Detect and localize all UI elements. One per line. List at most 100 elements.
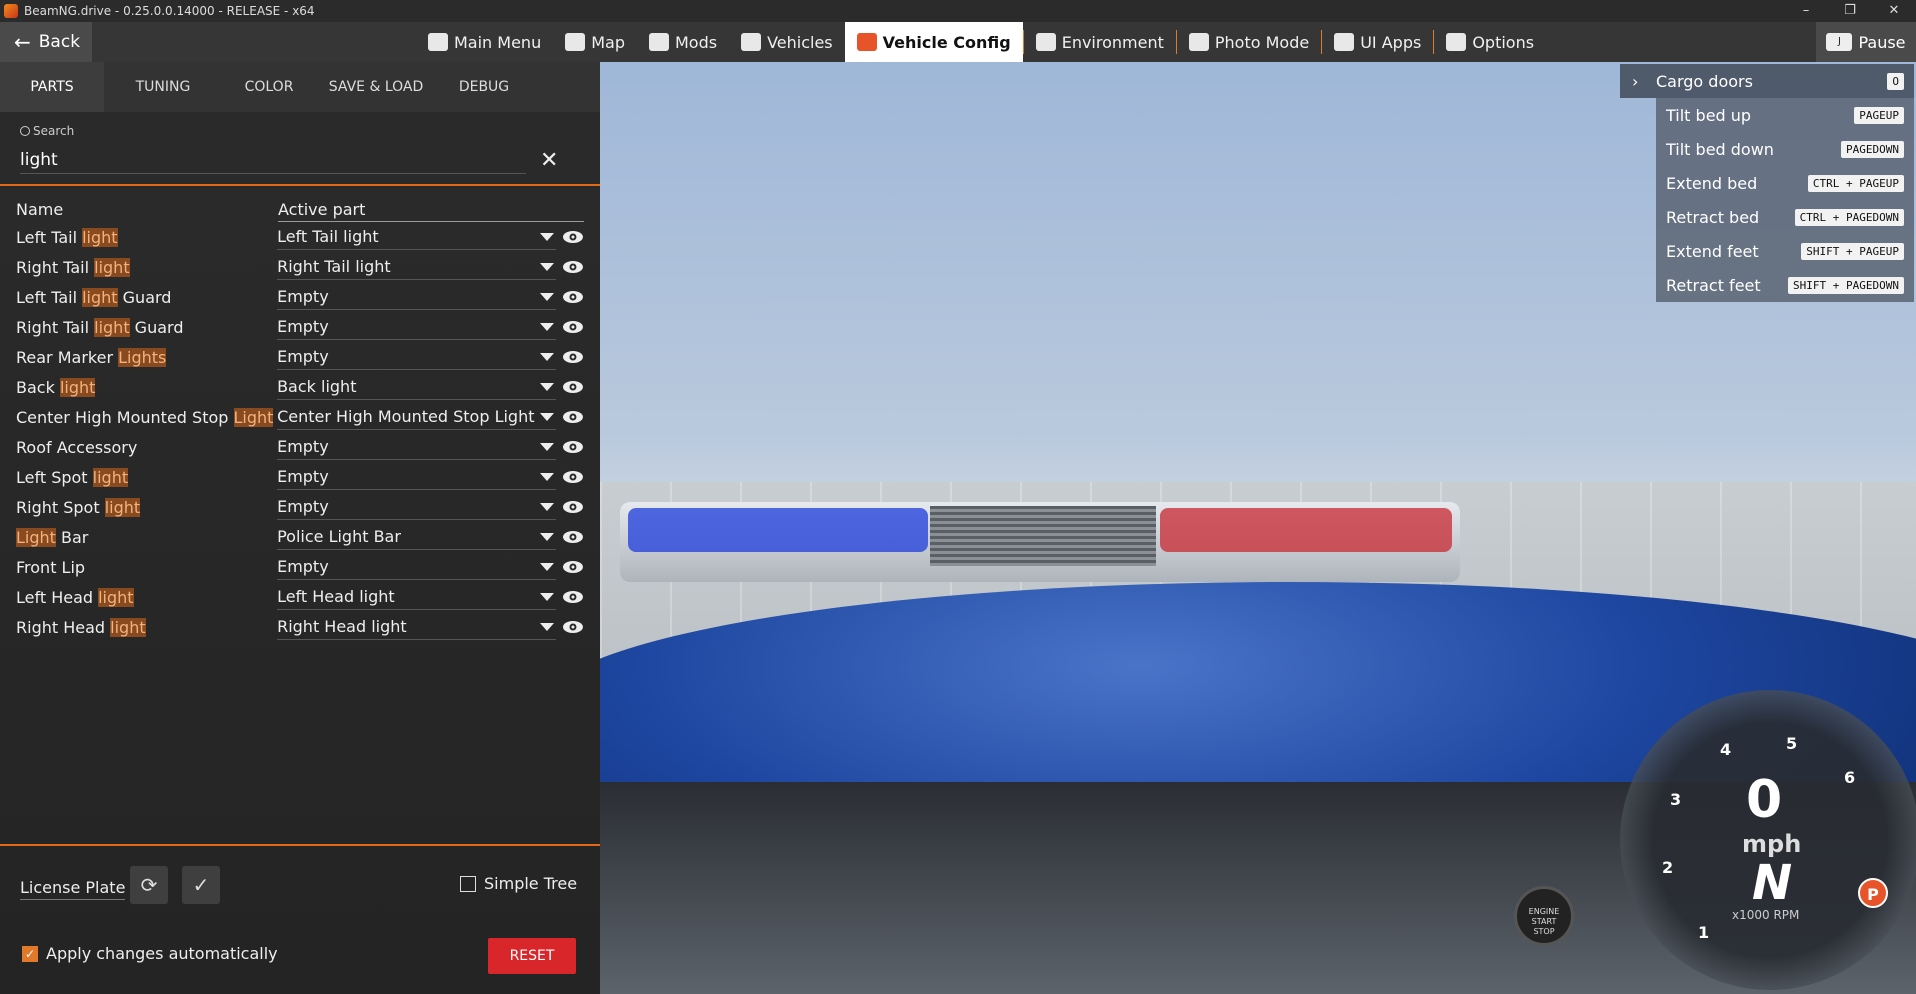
visibility-eye-icon[interactable] bbox=[562, 530, 584, 544]
tab-color[interactable]: COLOR bbox=[222, 62, 316, 112]
part-row[interactable]: Right Tail light Right Tail light bbox=[16, 252, 584, 282]
part-row[interactable]: Rear Marker Lights Empty bbox=[16, 342, 584, 372]
part-row[interactable]: Center High Mounted Stop Light Center Hig… bbox=[16, 402, 584, 432]
part-row[interactable]: Left Tail light Left Tail light bbox=[16, 222, 584, 252]
nav-vehicles[interactable]: Vehicles bbox=[729, 22, 845, 62]
keybind-key: SHIFT + PAGEUP bbox=[1801, 242, 1904, 260]
part-row[interactable]: Left Head light Left Head light bbox=[16, 582, 584, 612]
part-name: Center High Mounted Stop Light bbox=[16, 407, 274, 427]
puzzle-icon bbox=[648, 33, 669, 51]
visibility-eye-icon[interactable] bbox=[562, 260, 584, 274]
reset-button[interactable]: RESET bbox=[488, 938, 576, 974]
refresh-plate-button[interactable]: ⟳ bbox=[130, 866, 168, 904]
dropdown-caret-icon bbox=[540, 232, 555, 241]
pause-key-hint: J bbox=[1826, 33, 1853, 51]
active-part-select[interactable]: Back light bbox=[277, 374, 557, 400]
nav-environment[interactable]: Environment bbox=[1024, 22, 1176, 62]
part-name: Right Head light bbox=[16, 617, 146, 637]
search-label: Search bbox=[33, 124, 75, 138]
part-row[interactable]: Right Spot light Empty bbox=[16, 492, 584, 522]
part-row[interactable]: Left Tail light Guard Empty bbox=[16, 282, 584, 312]
license-plate-input[interactable]: License Plate bbox=[20, 878, 126, 900]
part-row[interactable]: Roof Accessory Empty bbox=[16, 432, 584, 462]
keybind-label: Tilt bed down bbox=[1666, 139, 1774, 159]
search-input[interactable] bbox=[20, 146, 526, 174]
apply-auto-toggle[interactable]: ✓ Apply changes automatically bbox=[22, 944, 278, 963]
apply-auto-checkbox[interactable]: ✓ bbox=[22, 945, 38, 962]
nav-main-menu[interactable]: Main Menu bbox=[416, 22, 553, 62]
apply-plate-button[interactable]: ✓ bbox=[182, 866, 220, 904]
part-name: Front Lip bbox=[16, 557, 86, 577]
active-part-select[interactable]: Empty bbox=[277, 314, 557, 340]
back-button[interactable]: ← Back bbox=[0, 22, 92, 62]
rpm-label: x1000 RPM bbox=[1732, 908, 1800, 922]
tab-parts[interactable]: PARTS bbox=[0, 62, 104, 112]
active-part-select[interactable]: Empty bbox=[277, 284, 557, 310]
visibility-eye-icon[interactable] bbox=[562, 320, 584, 334]
maximize-button[interactable]: ❐ bbox=[1828, 0, 1872, 22]
active-part-select[interactable]: Left Tail light bbox=[277, 224, 557, 250]
part-row[interactable]: Right Head light Right Head light bbox=[16, 612, 584, 642]
visibility-eye-icon[interactable] bbox=[562, 590, 584, 604]
parts-search: Search ✕ bbox=[16, 118, 576, 182]
part-row[interactable]: Front Lip Empty bbox=[16, 552, 584, 582]
tab-debug[interactable]: DEBUG bbox=[436, 62, 532, 112]
active-part-select[interactable]: Empty bbox=[277, 344, 557, 370]
active-part-select[interactable]: Police Light Bar bbox=[277, 524, 557, 550]
keybind-key: SHIFT + PAGEDOWN bbox=[1788, 276, 1904, 294]
active-part-select[interactable]: Center High Mounted Stop Light bbox=[277, 404, 557, 430]
part-name: Left Tail light bbox=[16, 227, 118, 247]
camera-icon bbox=[1188, 33, 1209, 51]
visibility-eye-icon[interactable] bbox=[562, 620, 584, 634]
dropdown-caret-icon bbox=[540, 352, 555, 361]
active-part-select[interactable]: Empty bbox=[277, 554, 557, 580]
tab-tuning[interactable]: TUNING bbox=[104, 62, 222, 112]
pause-button[interactable]: J Pause bbox=[1816, 22, 1916, 62]
divider bbox=[0, 184, 600, 186]
part-name: Right Spot light bbox=[16, 497, 141, 517]
active-part-select[interactable]: Right Head light bbox=[277, 614, 557, 640]
simple-tree-toggle[interactable]: Simple Tree bbox=[460, 874, 577, 893]
collapse-chevron-icon[interactable]: › bbox=[1632, 72, 1638, 91]
active-part-select[interactable]: Empty bbox=[277, 464, 557, 490]
minimize-button[interactable]: – bbox=[1784, 0, 1828, 22]
nav-mods[interactable]: Mods bbox=[637, 22, 729, 62]
visibility-eye-icon[interactable] bbox=[562, 440, 584, 454]
close-button[interactable]: ✕ bbox=[1872, 0, 1916, 22]
ui-apps-icon bbox=[1334, 33, 1355, 51]
visibility-eye-icon[interactable] bbox=[562, 230, 584, 244]
visibility-eye-icon[interactable] bbox=[562, 380, 584, 394]
speed-unit: mph bbox=[1742, 830, 1802, 858]
visibility-eye-icon[interactable] bbox=[562, 500, 584, 514]
nav-map[interactable]: Map bbox=[553, 22, 637, 62]
visibility-eye-icon[interactable] bbox=[562, 470, 584, 484]
visibility-eye-icon[interactable] bbox=[562, 290, 584, 304]
part-row[interactable]: Left Spot light Empty bbox=[16, 462, 584, 492]
active-part-select[interactable]: Empty bbox=[277, 434, 557, 460]
nav-ui-apps[interactable]: UI Apps bbox=[1322, 22, 1433, 62]
part-row[interactable]: Right Tail light Guard Empty bbox=[16, 312, 584, 342]
light-bar-red-section bbox=[1160, 508, 1452, 552]
nav-options[interactable]: Options bbox=[1434, 22, 1546, 62]
visibility-eye-icon[interactable] bbox=[562, 410, 584, 424]
nav-photo-mode[interactable]: Photo Mode bbox=[1177, 22, 1321, 62]
simple-tree-checkbox[interactable] bbox=[460, 875, 476, 892]
keybind-key: PAGEDOWN bbox=[1841, 140, 1904, 158]
back-arrow-icon: ← bbox=[14, 30, 31, 54]
tab-save-load[interactable]: SAVE & LOAD bbox=[316, 62, 436, 112]
active-part-select[interactable]: Left Head light bbox=[277, 584, 557, 610]
visibility-eye-icon[interactable] bbox=[562, 350, 584, 364]
active-part-select[interactable]: Right Tail light bbox=[277, 254, 557, 280]
active-part-select[interactable]: Empty bbox=[277, 494, 557, 520]
part-row[interactable]: Back light Back light bbox=[16, 372, 584, 402]
clear-search-icon[interactable]: ✕ bbox=[540, 148, 558, 173]
visibility-eye-icon[interactable] bbox=[562, 560, 584, 574]
nav-vehicle-config[interactable]: Vehicle Config bbox=[844, 22, 1023, 62]
rpm-tick: 5 bbox=[1786, 734, 1798, 753]
rpm-tick: 3 bbox=[1670, 790, 1682, 809]
dropdown-caret-icon bbox=[540, 442, 555, 451]
window-titlebar: BeamNG.drive - 0.25.0.0.14000 - RELEASE … bbox=[0, 0, 1916, 22]
keybind-label: Extend bed bbox=[1666, 173, 1758, 193]
engine-start-stop-button[interactable]: ENGINE START STOP bbox=[1514, 886, 1574, 946]
part-row[interactable]: Light Bar Police Light Bar bbox=[16, 522, 584, 552]
